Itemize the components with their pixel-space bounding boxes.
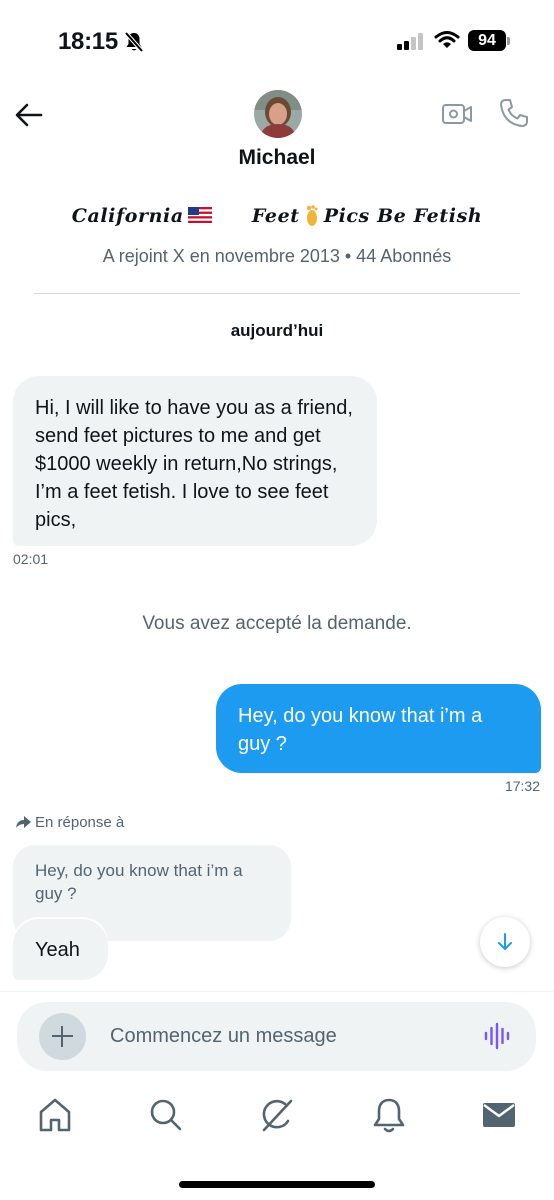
reply-indicator: En réponse à <box>14 814 124 831</box>
scroll-to-bottom-button[interactable] <box>480 917 530 967</box>
home-indicator <box>179 1181 375 1188</box>
arrow-down-icon <box>498 933 512 950</box>
status-bar: 18:15 94 <box>0 0 554 84</box>
foot-emoji-icon <box>306 205 318 226</box>
message-timestamp: 02:01 <box>13 551 49 567</box>
composer-divider <box>0 991 554 992</box>
cellular-signal-icon <box>397 33 423 50</box>
message-bubble-incoming[interactable]: Yeah <box>13 919 108 980</box>
bell-icon[interactable] <box>369 1095 409 1135</box>
bio-tagline: Pics Be Fetish <box>323 205 483 227</box>
message-bubble-outgoing[interactable]: Hey, do you know that i’m a guy ? <box>216 684 541 773</box>
reply-label: En réponse à <box>35 814 125 831</box>
profile-bio: California Feet Pics Be Fetish <box>0 203 554 227</box>
home-icon[interactable] <box>35 1095 75 1135</box>
search-icon[interactable] <box>146 1095 186 1135</box>
bio-word-feet: Feet <box>251 205 300 227</box>
profile-joined-info: A rejoint X en novembre 2013 • 44 Abonné… <box>102 246 452 266</box>
phone-icon[interactable] <box>498 97 530 129</box>
voice-message-icon[interactable] <box>483 1022 511 1050</box>
bio-location: California <box>71 205 184 227</box>
message-composer <box>17 1002 536 1071</box>
avatar[interactable] <box>254 90 302 138</box>
message-input[interactable] <box>110 1019 470 1053</box>
battery-tip <box>507 37 510 45</box>
us-flag-icon <box>187 207 212 223</box>
mail-icon[interactable] <box>479 1095 519 1135</box>
grok-icon[interactable] <box>257 1095 297 1135</box>
back-arrow-icon[interactable] <box>12 98 46 132</box>
message-timestamp: 17:32 <box>504 778 540 794</box>
date-separator: aujourd’hui <box>230 321 324 340</box>
battery-indicator: 94 <box>468 30 506 51</box>
message-bubble-incoming[interactable]: Hi, I will like to have you as a friend,… <box>13 376 377 546</box>
contact-name[interactable]: Michael <box>0 146 554 170</box>
bell-muted-icon <box>124 31 144 53</box>
status-time: 18:15 <box>58 28 118 55</box>
system-message: Vous avez accepté la demande. <box>142 613 412 634</box>
video-call-icon[interactable] <box>441 99 473 129</box>
wifi-icon <box>434 31 460 48</box>
divider <box>34 293 520 294</box>
reply-arrow-icon <box>16 816 31 828</box>
add-media-button[interactable] <box>39 1013 86 1060</box>
